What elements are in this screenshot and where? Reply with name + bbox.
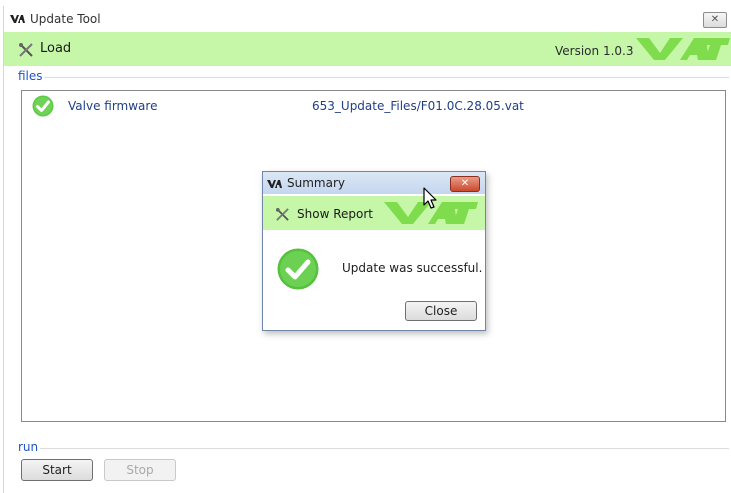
files-group-divider bbox=[44, 77, 729, 78]
success-check-icon bbox=[277, 248, 319, 290]
close-icon: ✕ bbox=[460, 178, 470, 189]
start-button[interactable]: Start bbox=[21, 459, 93, 481]
file-row[interactable]: Valve firmware 653_Update_Files/F01.0C.2… bbox=[22, 91, 725, 119]
update-tool-window: Update Tool ✕ Load Version 1.0.3 files V… bbox=[3, 6, 731, 493]
file-name: Valve firmware bbox=[68, 99, 158, 113]
close-icon: ✕ bbox=[710, 14, 720, 25]
close-button[interactable]: Close bbox=[405, 301, 477, 321]
tool-icon[interactable] bbox=[275, 207, 290, 222]
dialog-title-bar: Summary ✕ bbox=[263, 172, 485, 194]
summary-dialog: Summary ✕ Show Report Update was success bbox=[262, 171, 486, 331]
vat-brand-logo-icon bbox=[636, 38, 730, 60]
window-title: Update Tool bbox=[30, 12, 101, 26]
files-group-label: files bbox=[18, 69, 43, 83]
title-bar: Update Tool ✕ bbox=[4, 6, 731, 33]
version-label: Version 1.0.3 bbox=[555, 44, 634, 58]
dialog-close-button[interactable]: ✕ bbox=[450, 176, 480, 192]
main-toolbar: Load Version 1.0.3 bbox=[4, 32, 731, 66]
window-close-button[interactable]: ✕ bbox=[703, 12, 727, 28]
vat-logo-icon bbox=[267, 180, 282, 188]
run-group-label: run bbox=[18, 440, 39, 454]
dialog-toolbar: Show Report bbox=[263, 196, 485, 230]
vat-logo-icon bbox=[10, 15, 25, 23]
success-message: Update was successful. bbox=[342, 261, 483, 275]
check-icon bbox=[32, 95, 54, 117]
load-button[interactable]: Load bbox=[40, 41, 71, 56]
tool-icon[interactable] bbox=[18, 42, 34, 58]
dialog-title: Summary bbox=[287, 176, 345, 190]
stop-button: Stop bbox=[104, 459, 176, 481]
run-group-divider bbox=[40, 448, 729, 449]
show-report-button[interactable]: Show Report bbox=[297, 207, 373, 221]
cursor-icon bbox=[423, 187, 437, 209]
file-path: 653_Update_Files/F01.0C.28.05.vat bbox=[312, 99, 524, 113]
